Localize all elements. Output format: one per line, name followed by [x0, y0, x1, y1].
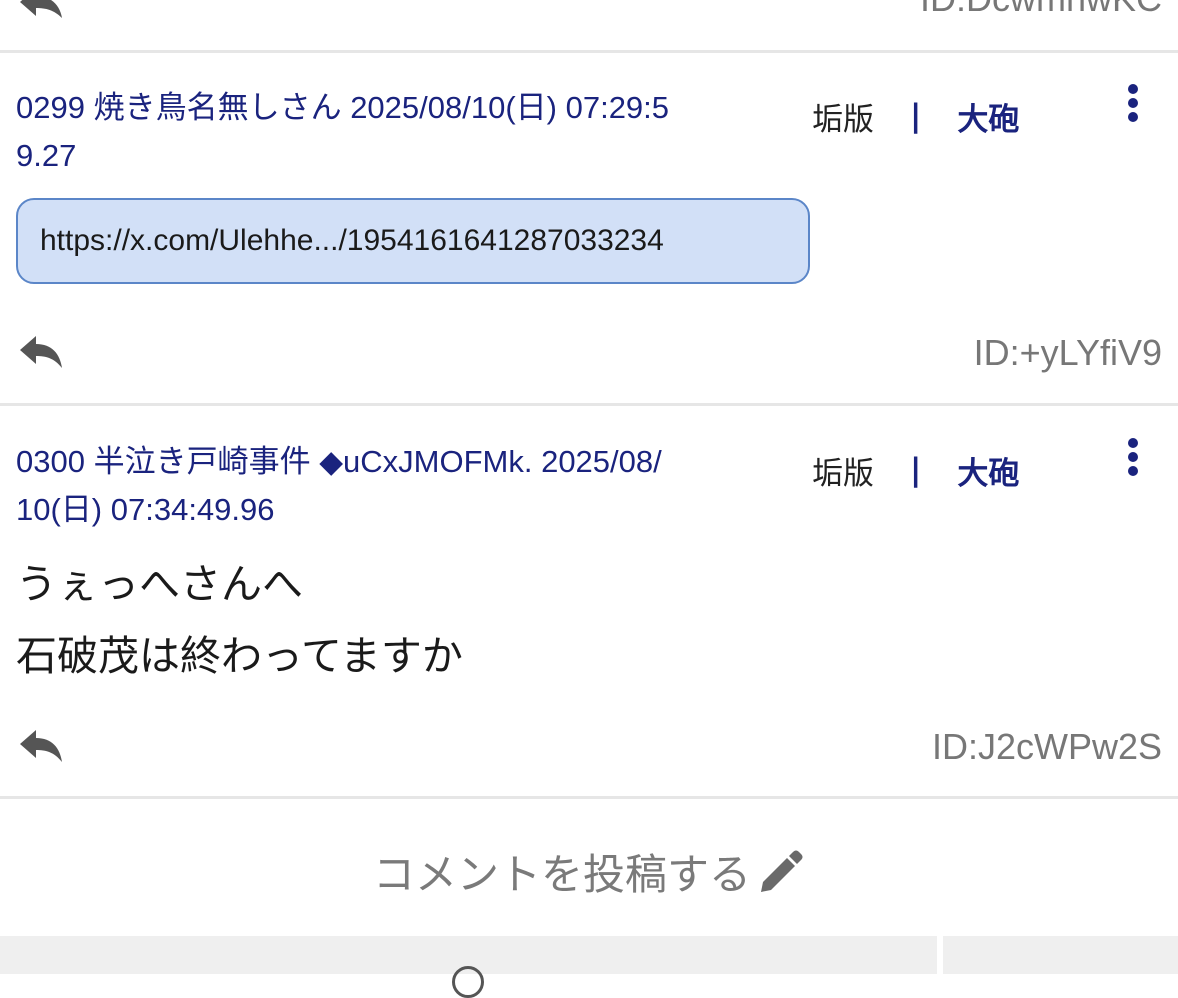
more-vertical-icon[interactable] — [1124, 438, 1142, 482]
thread-page: ID:DcwmnwKC 0299 焼き鳥名無しさん 2025/08/10(日) … — [0, 0, 1178, 998]
post-header-line: 0299 焼き鳥名無しさん 2025/08/10(日) 07:29:5 — [16, 90, 670, 125]
post-body-line: うぇっへさんへ — [16, 560, 303, 608]
post-body-line: 石破茂は終わってますか — [16, 632, 463, 680]
post-header: 0299 焼き鳥名無しさん 2025/08/10(日) 07:29:5 9.27 — [16, 84, 786, 180]
post-divider — [0, 796, 1178, 799]
tool-separator: | — [910, 98, 922, 134]
grime-version-link[interactable]: 垢版 — [812, 94, 874, 139]
more-vertical-icon[interactable] — [1124, 84, 1142, 128]
post-comment-label: コメントを投稿する — [372, 849, 751, 899]
nav-icon[interactable] — [452, 966, 484, 998]
reply-icon[interactable] — [18, 334, 64, 370]
bottom-bar-divider — [937, 936, 943, 974]
post-body: うぇっへさんへ 石破茂は終わってますか — [16, 548, 463, 692]
post-header-line: 9.27 — [16, 138, 77, 173]
post-tools: 垢版 | 大砲 — [812, 92, 1019, 140]
poster-id: ID:J2cWPw2S — [931, 726, 1162, 767]
post-tools: 垢版 | 大砲 — [812, 446, 1019, 494]
grime-version-link[interactable]: 垢版 — [812, 448, 874, 493]
post-comment-button[interactable]: コメントを投稿する — [0, 836, 1178, 906]
post-header: 0300 半泣き戸崎事件 ◆uCxJMOFMk. 2025/08/ 10(日) … — [16, 438, 786, 534]
cannon-link[interactable]: 大砲 — [957, 448, 1019, 493]
previous-post-footer: ID:DcwmnwKC — [0, 0, 1178, 50]
poster-id: ID:+yLYfiV9 — [973, 332, 1162, 373]
bottom-navigation-bar — [0, 936, 1178, 998]
post-link[interactable]: https://x.com/Ulehhe.../1954161641287033… — [16, 198, 810, 284]
cannon-link[interactable]: 大砲 — [957, 94, 1019, 139]
reply-icon[interactable] — [18, 0, 64, 20]
tool-separator: | — [910, 452, 922, 488]
post-divider — [0, 50, 1178, 53]
post-divider — [0, 403, 1178, 406]
reply-icon[interactable] — [18, 728, 64, 764]
pencil-icon — [761, 850, 803, 892]
post-header-line: 10(日) 07:34:49.96 — [16, 492, 275, 527]
poster-id: ID:DcwmnwKC — [920, 0, 1162, 20]
post-header-line: 0300 半泣き戸崎事件 ◆uCxJMOFMk. 2025/08/ — [16, 444, 662, 479]
